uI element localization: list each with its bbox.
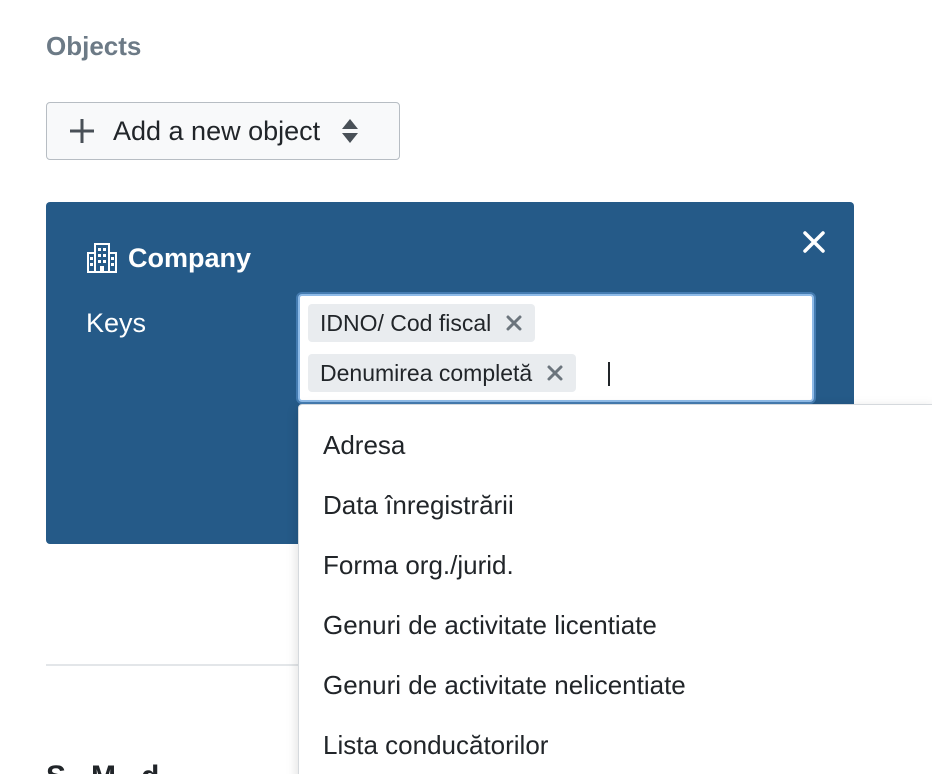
times-icon[interactable] bbox=[546, 364, 564, 382]
keys-multiselect[interactable]: IDNO/ Cod fiscal Denumirea completă bbox=[298, 294, 814, 402]
page: Objects Add a new object Company Keys ID… bbox=[0, 0, 932, 774]
text-cursor bbox=[608, 362, 610, 386]
plus-icon bbox=[70, 119, 94, 143]
objects-heading: Objects bbox=[46, 31, 142, 61]
dropdown-option[interactable]: Adresa bbox=[323, 429, 405, 461]
key-chip-label: Denumirea completă bbox=[320, 360, 533, 386]
sort-icon bbox=[342, 119, 359, 143]
dropdown-option[interactable]: Forma org./jurid. bbox=[323, 549, 514, 581]
add-object-label: Add a new object bbox=[113, 116, 321, 146]
add-object-button[interactable]: Add a new object bbox=[46, 102, 400, 160]
dropdown-option[interactable]: Genuri de activitate licentiate bbox=[323, 609, 657, 641]
section-divider bbox=[46, 664, 298, 666]
dropdown-option[interactable]: Genuri de activitate nelicentiate bbox=[323, 669, 686, 701]
dropdown-option[interactable]: Lista conducătorilor bbox=[323, 729, 548, 761]
key-chip: IDNO/ Cod fiscal bbox=[308, 304, 536, 342]
key-chip: Denumirea completă bbox=[308, 354, 577, 392]
next-section-heading: S...M...d... bbox=[46, 760, 184, 774]
building-icon bbox=[87, 243, 117, 273]
key-chip-label: IDNO/ Cod fiscal bbox=[320, 310, 492, 336]
close-icon[interactable] bbox=[802, 230, 826, 254]
dropdown-option[interactable]: Data înregistrării bbox=[323, 489, 514, 521]
card-title: Company bbox=[86, 242, 251, 274]
keys-dropdown-menu: Adresa Data înregistrării Forma org./jur… bbox=[298, 404, 932, 774]
keys-label: Keys bbox=[86, 308, 147, 338]
times-icon[interactable] bbox=[505, 314, 523, 332]
card-title-text: Company bbox=[128, 243, 252, 273]
